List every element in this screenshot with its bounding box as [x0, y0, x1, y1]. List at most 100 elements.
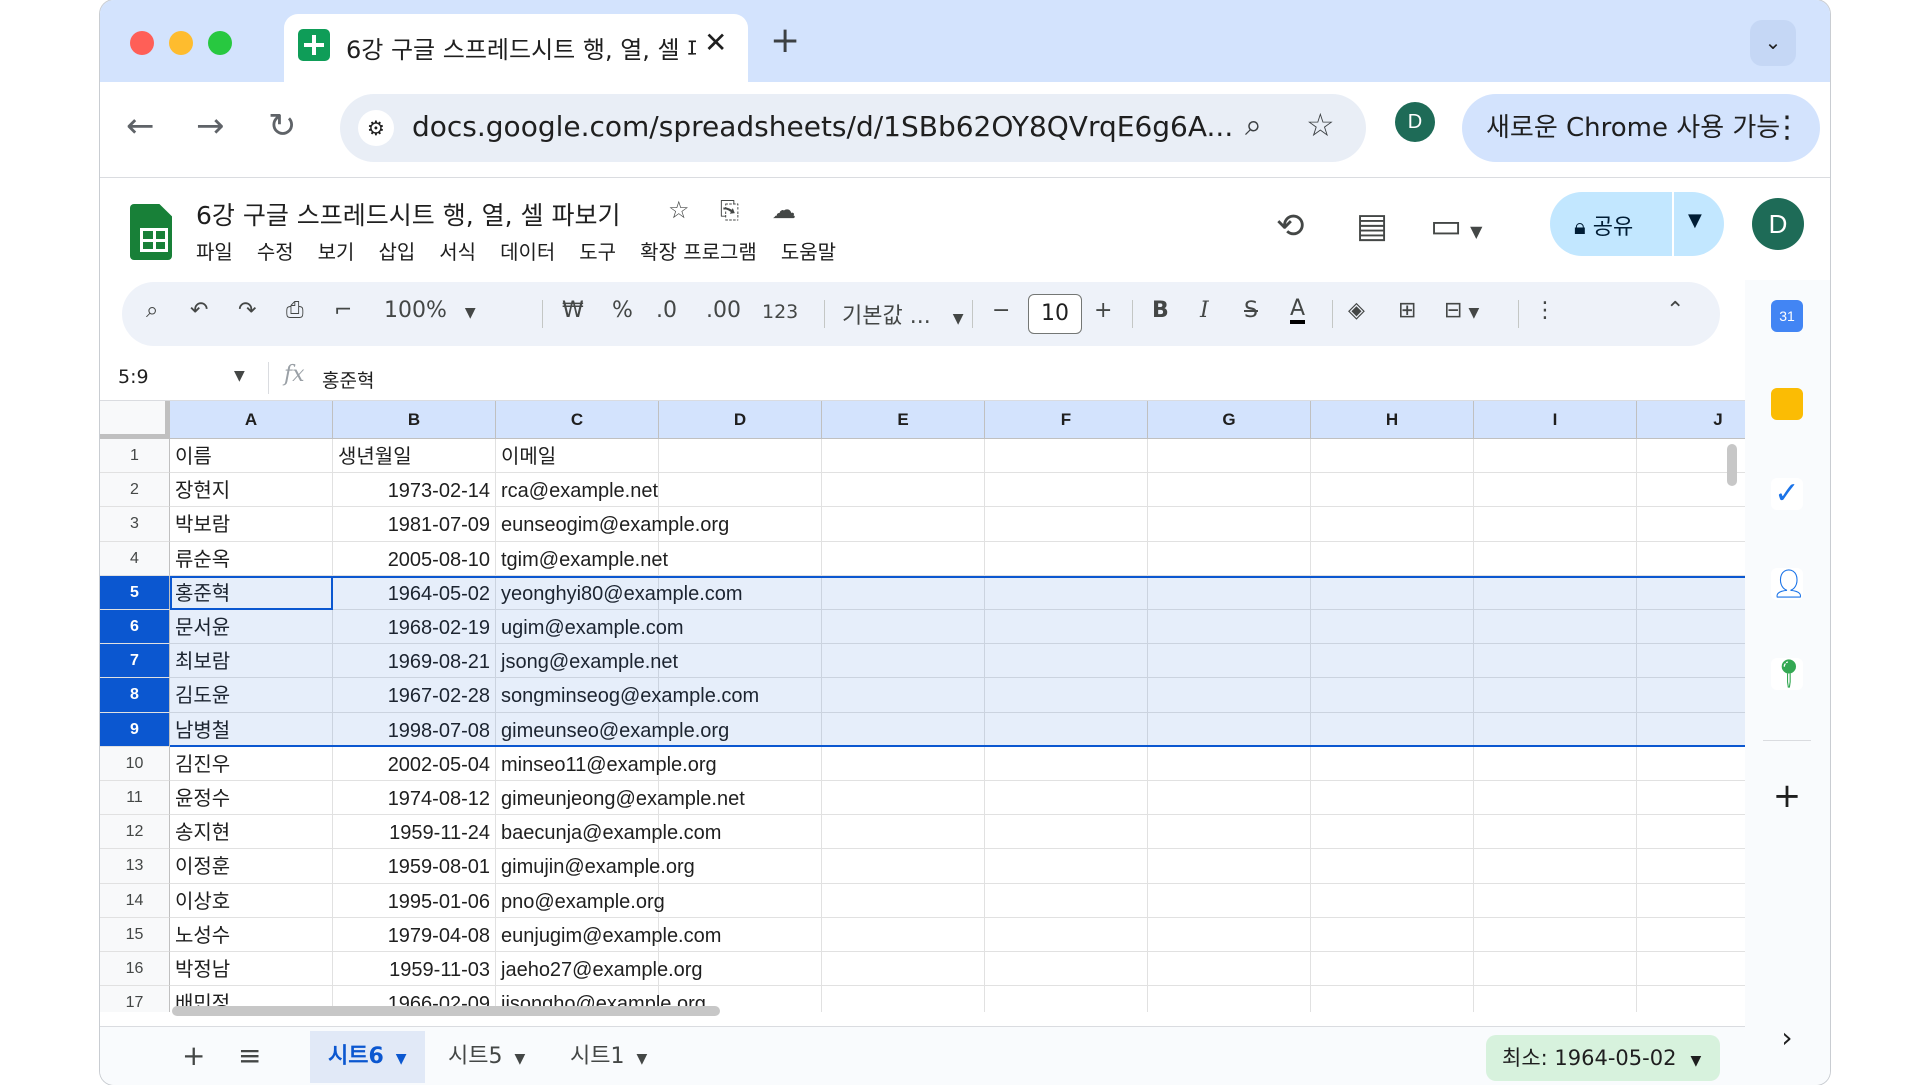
cell-empty[interactable]: [1311, 541, 1474, 576]
browser-tab[interactable]: 6강 구글 스프레드시트 행, 열, 셀 파 ✕: [284, 14, 748, 82]
cell-empty[interactable]: [1637, 849, 1745, 884]
cell-empty[interactable]: [985, 610, 1148, 645]
cell-name[interactable]: 박보람: [170, 507, 333, 542]
cell-birthdate[interactable]: 1968-02-19: [333, 610, 496, 645]
cell-empty[interactable]: [822, 815, 985, 850]
cell-email[interactable]: pno@example.org: [496, 883, 665, 918]
selection-stat-chip[interactable]: 최소: 1964-05-02 ▼: [1486, 1035, 1720, 1081]
cell-empty[interactable]: [1148, 541, 1311, 576]
menu-tools[interactable]: 도구: [579, 236, 616, 266]
cell-email[interactable]: ugim@example.com: [496, 610, 684, 645]
cell-empty[interactable]: [1474, 575, 1637, 610]
cell-empty[interactable]: [659, 781, 822, 816]
share-dropdown-icon[interactable]: ▼: [1688, 210, 1702, 231]
cloud-saved-icon[interactable]: ☁: [772, 196, 796, 224]
cell-empty[interactable]: [985, 507, 1148, 542]
sheet-tab[interactable]: 시트5 ▼: [430, 1031, 543, 1083]
cell-empty[interactable]: [1148, 815, 1311, 850]
cell-birthdate[interactable]: 1959-11-24: [333, 815, 496, 850]
cell-empty[interactable]: [1148, 678, 1311, 713]
cell-empty[interactable]: [1311, 781, 1474, 816]
cell-empty[interactable]: [1311, 746, 1474, 781]
cell-empty[interactable]: [985, 575, 1148, 610]
vertical-scrollbar[interactable]: [1727, 444, 1737, 486]
row-header[interactable]: 7: [100, 644, 170, 679]
spreadsheet-grid[interactable]: ABCDEFGHIJ 1 이름 생년월일 이메일 2 장현지 1973-02-14 rca@e…: [100, 401, 1745, 1012]
cell-empty[interactable]: [1637, 884, 1745, 918]
select-all-corner[interactable]: [100, 401, 170, 439]
back-arrow-icon[interactable]: ←: [126, 106, 155, 146]
all-sheets-menu-icon[interactable]: ≡: [238, 1039, 261, 1072]
cell-birthdate[interactable]: 1974-08-12: [333, 781, 496, 816]
chrome-menu-icon[interactable]: ⋮: [1772, 94, 1802, 162]
cell-empty[interactable]: [1311, 507, 1474, 542]
redo-icon[interactable]: ↷: [238, 298, 256, 323]
sheet-tab-active[interactable]: 시트6 ▼: [310, 1031, 425, 1083]
cell-empty[interactable]: [1637, 713, 1745, 747]
cell-empty[interactable]: [1474, 917, 1637, 952]
cell-birthdate[interactable]: 1969-08-21: [333, 644, 496, 679]
cell-empty[interactable]: [1311, 644, 1474, 679]
cell-email[interactable]: yeonghyi80@example.com: [496, 575, 743, 610]
cell-name[interactable]: 윤정수: [170, 781, 333, 816]
column-header-b[interactable]: B: [333, 401, 496, 439]
tasks-icon[interactable]: ✓: [1771, 478, 1803, 510]
cell-birthdate[interactable]: 1973-02-14: [333, 473, 496, 508]
column-header-c[interactable]: C: [496, 401, 659, 439]
cell-email[interactable]: gimeunseo@example.org: [496, 712, 729, 747]
cell-email[interactable]: gimujin@example.org: [496, 849, 695, 884]
address-bar[interactable]: ⚙ docs.google.com/spreadsheets/d/1SBb62O…: [340, 94, 1366, 162]
new-tab-button[interactable]: +: [770, 20, 800, 61]
merge-cells-icon[interactable]: ⊟ ▼: [1444, 298, 1479, 323]
cell-empty[interactable]: [985, 746, 1148, 781]
text-color-button[interactable]: A: [1290, 298, 1306, 324]
decrease-decimal-button[interactable]: .0: [656, 298, 677, 323]
cell-empty[interactable]: [1148, 439, 1311, 474]
cell-empty[interactable]: [1148, 883, 1311, 918]
font-size-decrease-button[interactable]: −: [992, 298, 1010, 323]
collapse-menu-icon[interactable]: ⌃: [1666, 298, 1684, 323]
cell-empty[interactable]: [822, 678, 985, 713]
cell-name[interactable]: 이정훈: [170, 849, 333, 884]
cell-empty[interactable]: [659, 849, 822, 884]
cell-empty[interactable]: [1148, 952, 1311, 987]
cell-empty[interactable]: [1474, 746, 1637, 781]
keep-icon[interactable]: [1771, 388, 1803, 420]
cell-empty[interactable]: [985, 644, 1148, 679]
cell-name[interactable]: 류순옥: [170, 541, 333, 576]
cell-empty[interactable]: [1311, 883, 1474, 918]
cell-empty[interactable]: [822, 883, 985, 918]
cell-empty[interactable]: [1148, 849, 1311, 884]
cell-empty[interactable]: [1148, 575, 1311, 610]
cell-name[interactable]: 노성수: [170, 917, 333, 952]
cell-empty[interactable]: [1148, 917, 1311, 952]
cell-empty[interactable]: [1311, 473, 1474, 508]
undo-icon[interactable]: ↶: [190, 298, 208, 323]
cell-empty[interactable]: [659, 815, 822, 850]
column-header-h[interactable]: H: [1311, 401, 1474, 439]
get-addons-icon[interactable]: +: [1771, 779, 1803, 813]
forward-arrow-icon[interactable]: →: [196, 106, 225, 146]
site-settings-icon[interactable]: ⚙: [358, 110, 394, 146]
bookmark-star-icon[interactable]: ☆: [1306, 106, 1335, 144]
row-header[interactable]: 13: [100, 849, 170, 884]
cell-empty[interactable]: [822, 507, 985, 542]
cell-birthdate[interactable]: 생년월일: [333, 439, 496, 474]
row-header[interactable]: 9: [100, 712, 170, 747]
cell-birthdate[interactable]: 1967-02-28: [333, 678, 496, 713]
font-size-increase-button[interactable]: +: [1094, 298, 1112, 323]
cell-empty[interactable]: [822, 952, 985, 987]
cell-empty[interactable]: [1311, 678, 1474, 713]
cell-email[interactable]: minseo11@example.org: [496, 746, 717, 781]
cell-empty[interactable]: [822, 746, 985, 781]
cell-birthdate[interactable]: 1959-11-03: [333, 952, 496, 987]
italic-button[interactable]: I: [1200, 298, 1209, 323]
cell-empty[interactable]: [1474, 952, 1637, 987]
cell-empty[interactable]: [985, 986, 1148, 1012]
cell-empty[interactable]: [1474, 473, 1637, 508]
cell-empty[interactable]: [822, 781, 985, 816]
paint-format-icon[interactable]: ⌐: [334, 298, 352, 323]
cell-empty[interactable]: [985, 473, 1148, 508]
row-header[interactable]: 1: [100, 439, 170, 474]
cell-empty[interactable]: [1311, 610, 1474, 645]
